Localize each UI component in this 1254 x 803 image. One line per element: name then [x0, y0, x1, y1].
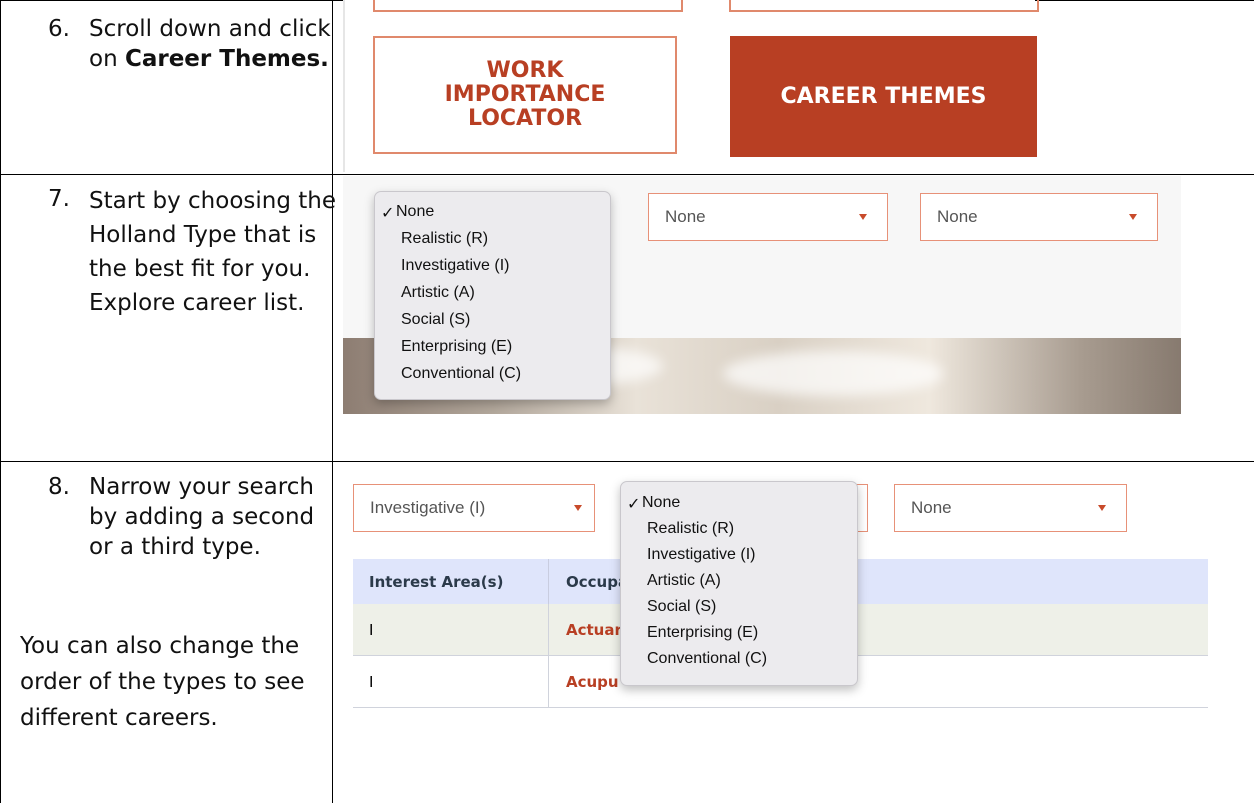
table-row-divider-1 — [0, 174, 1254, 175]
dropdown-option[interactable]: Realistic (R) — [647, 520, 734, 538]
table-row-divider-2 — [0, 461, 1254, 462]
cell-occupation-link[interactable]: Acupu — [566, 673, 619, 691]
step-number: 8. — [48, 474, 70, 500]
dropdown-option[interactable]: Investigative (I) — [647, 546, 755, 564]
dropdown-option[interactable]: Realistic (R) — [401, 230, 488, 248]
step-8-note: You can also change the order of the typ… — [20, 633, 305, 731]
holland-type-dropdown-menu[interactable]: ✓ None Realistic (R) Investigative (I) A… — [620, 481, 858, 686]
dropdown-caret-icon — [859, 214, 867, 220]
work-importance-locator-button[interactable]: WORK IMPORTANCE LOCATOR — [373, 36, 677, 154]
dropdown-caret-icon — [574, 505, 582, 511]
step-text-bold: Career Themes. — [124, 46, 329, 72]
dropdown-option[interactable]: Artistic (A) — [401, 284, 475, 302]
partial-button-top-left — [373, 0, 683, 12]
step-number: 6. — [48, 16, 70, 42]
holland-type-dropdown-menu[interactable]: ✓ None Realistic (R) Investigative (I) A… — [374, 191, 611, 400]
screenshot-narrow-search: Investigative (I) None Interest Area(s) … — [343, 463, 1208, 708]
dropdown-option[interactable]: Enterprising (E) — [401, 338, 512, 356]
dropdown-option[interactable]: Social (S) — [647, 598, 716, 616]
partial-button-top-right — [729, 0, 1039, 12]
dropdown-caret-icon — [1098, 505, 1106, 511]
column-header-occupation[interactable]: Occupa — [566, 573, 628, 591]
dropdown-option[interactable]: None — [396, 203, 434, 221]
table-border-left — [0, 0, 1, 803]
checkmark-icon: ✓ — [381, 205, 395, 222]
dropdown-option[interactable]: Conventional (C) — [647, 650, 767, 668]
column-divider — [548, 656, 549, 707]
step-text: Narrow your search by adding a second or… — [89, 474, 315, 560]
cell-interest-area: I — [369, 620, 374, 639]
select-value: None — [911, 498, 952, 517]
dropdown-option[interactable]: None — [642, 494, 680, 512]
screenshot-career-themes: WORK IMPORTANCE LOCATOR CAREER THEMES — [343, 0, 1039, 172]
column-header-interest-area[interactable]: Interest Area(s) — [369, 573, 503, 591]
step-number: 7. — [48, 186, 70, 212]
table-column-divider — [332, 0, 333, 803]
cloud-shape — [723, 351, 943, 396]
holland-type-select-2[interactable]: None — [648, 193, 888, 241]
holland-type-select-3[interactable]: None — [894, 484, 1127, 532]
column-divider — [548, 559, 549, 604]
step-text: Start by choosing the Holland Type that … — [89, 188, 336, 316]
holland-type-select-1[interactable]: Investigative (I) — [353, 484, 595, 532]
cell-interest-area: I — [369, 672, 374, 691]
screenshot-holland-type: None None ✓ None Realistic (R) Investiga… — [343, 176, 1181, 414]
dropdown-option[interactable]: Investigative (I) — [401, 257, 509, 275]
cell-occupation-link[interactable]: Actuar — [566, 621, 622, 639]
dropdown-caret-icon — [1129, 214, 1137, 220]
dropdown-option[interactable]: Social (S) — [401, 311, 470, 329]
dropdown-option[interactable]: Conventional (C) — [401, 365, 521, 383]
select-value: None — [937, 207, 978, 226]
select-value: None — [665, 207, 706, 226]
select-value: Investigative (I) — [370, 498, 486, 517]
dropdown-option[interactable]: Artistic (A) — [647, 572, 721, 590]
step-text: Scroll down and click on Career Themes. — [89, 14, 339, 74]
holland-type-select-3[interactable]: None — [920, 193, 1158, 241]
checkmark-icon: ✓ — [627, 496, 641, 513]
column-divider — [548, 604, 549, 655]
dropdown-option[interactable]: Enterprising (E) — [647, 624, 758, 642]
career-themes-button[interactable]: CAREER THEMES — [730, 36, 1037, 157]
